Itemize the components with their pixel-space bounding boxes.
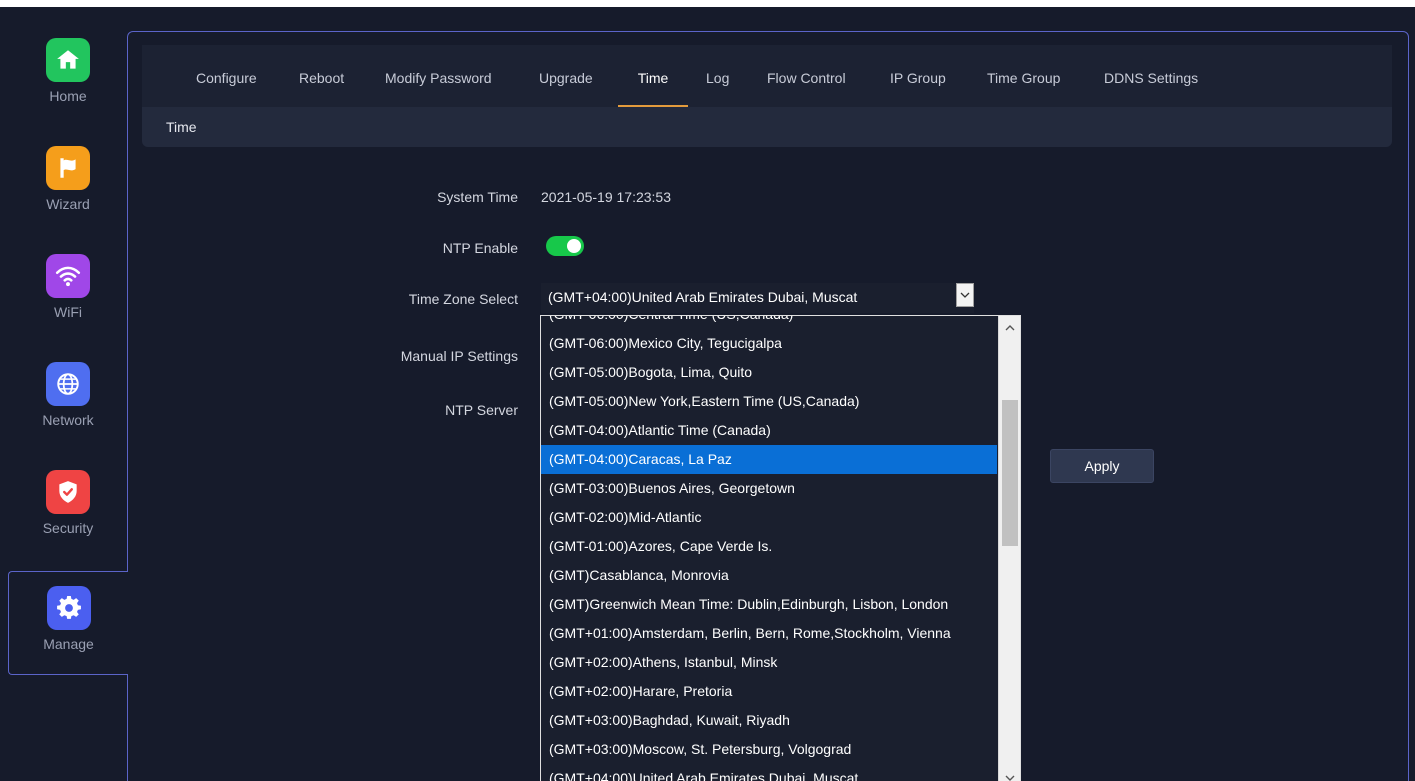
tab-log[interactable]: Log bbox=[706, 45, 729, 107]
list-item[interactable]: (GMT)Greenwich Mean Time: Dublin,Edinbur… bbox=[541, 590, 997, 619]
sidebar-item-label: Wizard bbox=[46, 196, 90, 212]
list-item[interactable]: (GMT+03:00)Moscow, St. Petersburg, Volgo… bbox=[541, 735, 997, 764]
list-item[interactable]: (GMT-03:00)Buenos Aires, Georgetown bbox=[541, 474, 997, 503]
sidebar-item-network[interactable]: Network bbox=[8, 348, 128, 452]
sidebar-item-label: Security bbox=[42, 520, 94, 536]
wifi-icon bbox=[46, 254, 90, 298]
sidebar-item-label: WiFi bbox=[54, 304, 82, 320]
scroll-up-icon[interactable] bbox=[999, 318, 1020, 336]
dropdown-scrollbar[interactable] bbox=[998, 316, 1020, 781]
flag-icon bbox=[46, 146, 90, 190]
manual-ip-settings-label: Manual IP Settings bbox=[400, 348, 518, 364]
scroll-down-icon[interactable] bbox=[999, 769, 1020, 781]
list-item[interactable]: (GMT-01:00)Azores, Cape Verde Is. bbox=[541, 532, 997, 561]
list-item[interactable]: (GMT-04:00)Atlantic Time (Canada) bbox=[541, 416, 997, 445]
tab-reboot[interactable]: Reboot bbox=[299, 45, 344, 107]
list-item[interactable]: (GMT+03:00)Baghdad, Kuwait, Riyadh bbox=[541, 706, 997, 735]
tab-ip-group[interactable]: IP Group bbox=[890, 45, 946, 107]
list-item[interactable]: (GMT-06:00)Central Time (US,Canada) bbox=[541, 316, 997, 329]
tab-ddns-settings[interactable]: DDNS Settings bbox=[1104, 45, 1198, 107]
sidebar-item-label: Home bbox=[49, 88, 87, 104]
app-screen: Home Wizard WiFi Network Security Manage… bbox=[0, 7, 1415, 781]
tab-flow-control[interactable]: Flow Control bbox=[767, 45, 846, 107]
sidebar-item-manage[interactable]: Manage bbox=[8, 571, 128, 675]
scrollbar-thumb[interactable] bbox=[1002, 400, 1018, 546]
tab-bar: Configure Reboot Modify Password Upgrade… bbox=[142, 45, 1392, 107]
time-zone-selected-value: (GMT+04:00)United Arab Emirates Dubai, M… bbox=[548, 289, 858, 305]
sidebar: Home Wizard WiFi Network Security Manage bbox=[0, 7, 128, 781]
list-item[interactable]: (GMT)Casablanca, Monrovia bbox=[541, 561, 997, 590]
ntp-server-label: NTP Server bbox=[445, 402, 518, 418]
home-icon bbox=[46, 38, 90, 82]
list-item[interactable]: (GMT-05:00)New York,Eastern Time (US,Can… bbox=[541, 387, 997, 416]
sidebar-item-security[interactable]: Security bbox=[8, 456, 128, 560]
tab-time-group[interactable]: Time Group bbox=[987, 45, 1060, 107]
tab-upgrade[interactable]: Upgrade bbox=[539, 45, 593, 107]
section-header: Time bbox=[142, 107, 1392, 147]
list-item[interactable]: (GMT-05:00)Bogota, Lima, Quito bbox=[541, 358, 997, 387]
tab-time[interactable]: Time bbox=[618, 45, 688, 107]
gear-icon bbox=[46, 586, 91, 630]
tab-modify-password[interactable]: Modify Password bbox=[385, 45, 492, 107]
sidebar-item-home[interactable]: Home bbox=[8, 24, 128, 128]
ntp-enable-label: NTP Enable bbox=[442, 240, 518, 256]
list-item[interactable]: (GMT-02:00)Mid-Atlantic bbox=[541, 503, 997, 532]
time-zone-dropdown-list[interactable]: (GMT-06:00)Central Time (US,Canada) (GMT… bbox=[540, 315, 1021, 781]
tab-configure[interactable]: Configure bbox=[196, 45, 257, 107]
ntp-enable-toggle[interactable] bbox=[546, 236, 584, 256]
sidebar-item-label: Network bbox=[42, 412, 94, 428]
globe-icon bbox=[46, 362, 90, 406]
section-title: Time bbox=[166, 119, 197, 135]
list-item[interactable]: (GMT+02:00)Athens, Istanbul, Minsk bbox=[541, 648, 997, 677]
apply-button[interactable]: Apply bbox=[1050, 449, 1154, 483]
time-zone-label: Time Zone Select bbox=[408, 291, 518, 307]
list-item[interactable]: (GMT+01:00)Amsterdam, Berlin, Bern, Rome… bbox=[541, 619, 997, 648]
sidebar-item-label: Manage bbox=[43, 636, 94, 652]
list-item[interactable]: (GMT+02:00)Harare, Pretoria bbox=[541, 677, 997, 706]
list-item[interactable]: (GMT+04:00)United Arab Emirates Dubai, M… bbox=[541, 764, 997, 781]
sidebar-item-wizard[interactable]: Wizard bbox=[8, 132, 128, 236]
system-time-value: 2021-05-19 17:23:53 bbox=[541, 189, 671, 205]
sidebar-item-wifi[interactable]: WiFi bbox=[8, 240, 128, 344]
time-zone-select[interactable]: (GMT+04:00)United Arab Emirates Dubai, M… bbox=[541, 283, 974, 313]
chevron-down-icon[interactable] bbox=[956, 283, 974, 307]
toggle-knob bbox=[567, 239, 581, 253]
list-item-highlighted[interactable]: (GMT-04:00)Caracas, La Paz bbox=[541, 445, 997, 474]
shield-icon bbox=[46, 470, 90, 514]
system-time-label: System Time bbox=[437, 189, 518, 205]
time-zone-options: (GMT-06:00)Central Time (US,Canada) (GMT… bbox=[541, 316, 997, 781]
list-item[interactable]: (GMT-06:00)Mexico City, Tegucigalpa bbox=[541, 329, 997, 358]
